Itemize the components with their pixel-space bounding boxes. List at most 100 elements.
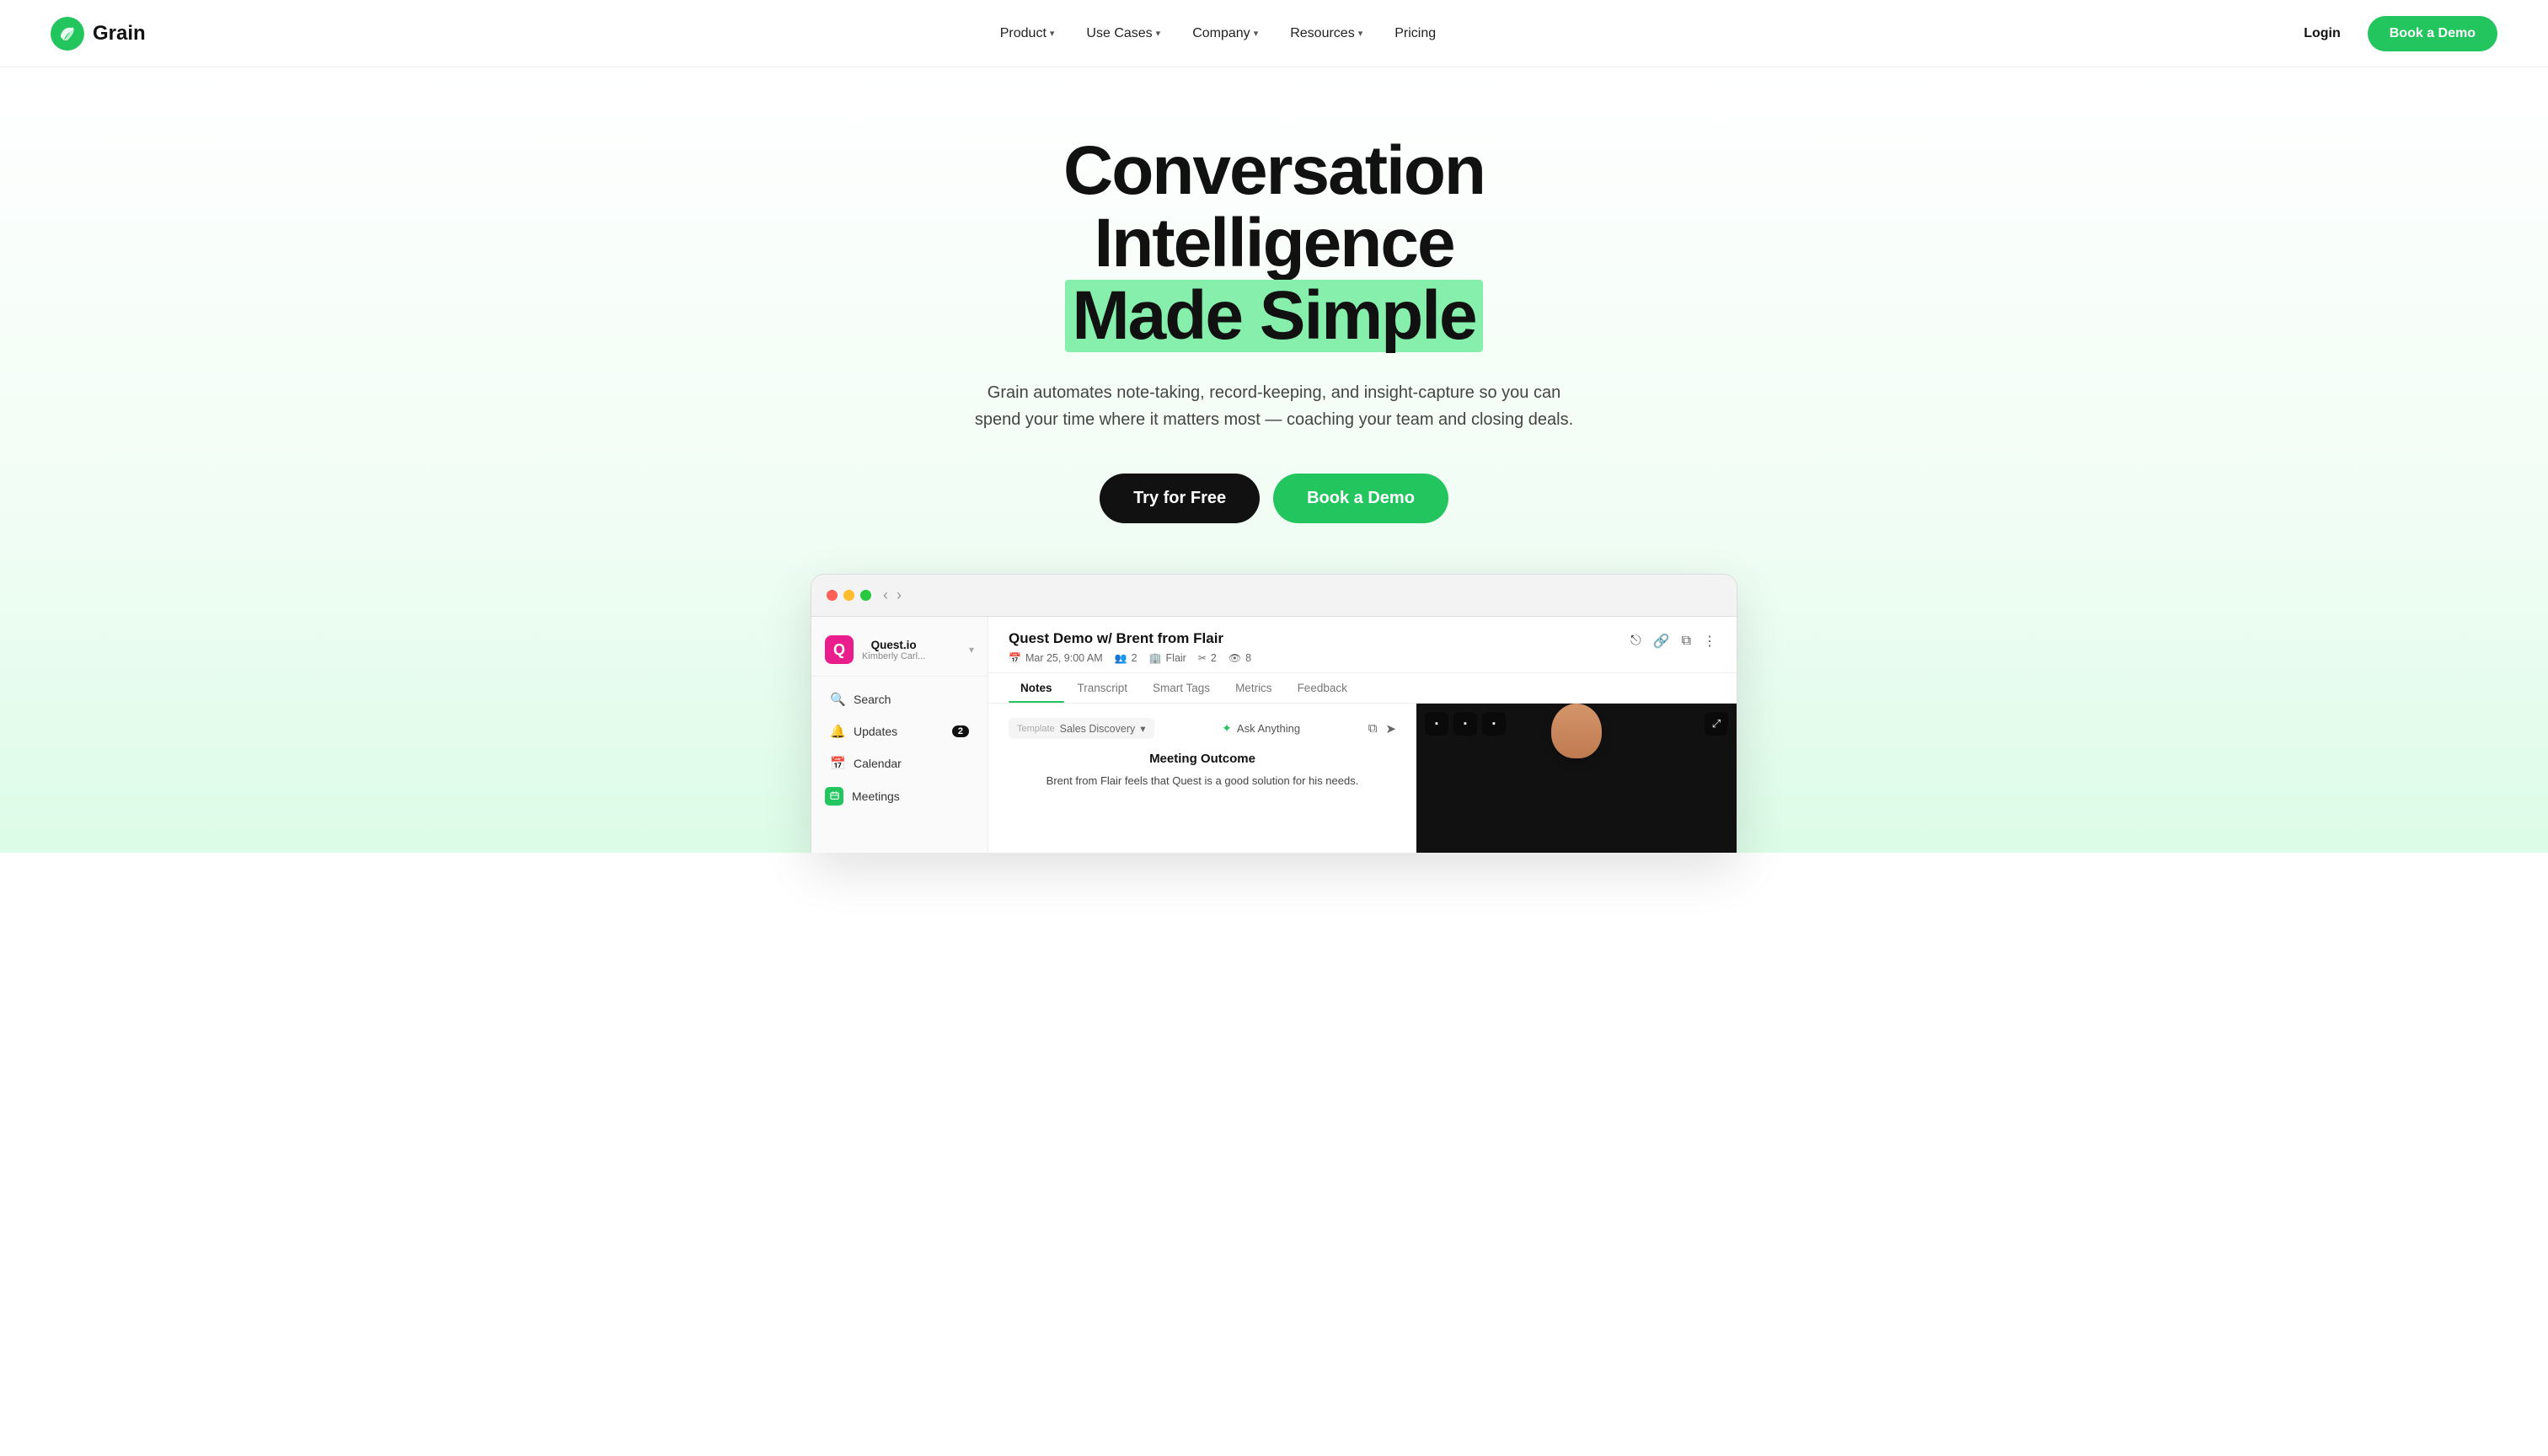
logo-icon bbox=[51, 17, 84, 51]
meetings-icon bbox=[825, 787, 843, 806]
link-icon[interactable]: 🔗 bbox=[1653, 633, 1670, 650]
ask-anything-button[interactable]: ✦ Ask Anything bbox=[1213, 717, 1309, 740]
tab-notes[interactable]: Notes bbox=[1009, 673, 1064, 703]
video-panel: ▪ ▪ ▪ ⤢ bbox=[1416, 704, 1737, 853]
hero-section: Conversation Intelligence Made Simple Gr… bbox=[0, 67, 2548, 853]
sidebar-item-label: Meetings bbox=[852, 790, 900, 803]
template-bar: Template Sales Discovery ▾ ✦ Ask Anythin… bbox=[1009, 717, 1396, 740]
tab-transcript[interactable]: Transcript bbox=[1066, 673, 1140, 703]
nav-actions: Login Book a Demo bbox=[2290, 16, 2497, 51]
meeting-meta: 📅 Mar 25, 9:00 AM 👥 2 🏢 Flair ✂ bbox=[1009, 652, 1716, 664]
meeting-attendees: 👥 2 bbox=[1115, 652, 1138, 664]
book-demo-hero-button[interactable]: Book a Demo bbox=[1273, 474, 1448, 523]
meeting-date: 📅 Mar 25, 9:00 AM bbox=[1009, 652, 1103, 664]
meeting-views: 👁 8 bbox=[1228, 652, 1251, 664]
layers-icon[interactable]: ⧉ bbox=[1682, 634, 1691, 649]
building-icon: 🏢 bbox=[1149, 652, 1162, 664]
people-icon: 👥 bbox=[1115, 652, 1127, 664]
copy-icon[interactable]: ⧉ bbox=[1368, 721, 1378, 736]
org-details: Quest.io Kimberly Carl... bbox=[862, 639, 925, 661]
browser-chrome: ‹ › bbox=[811, 575, 1737, 617]
template-name: Sales Discovery bbox=[1060, 723, 1136, 735]
template-selector[interactable]: Template Sales Discovery ▾ bbox=[1009, 718, 1154, 739]
content-area: Template Sales Discovery ▾ ✦ Ask Anythin… bbox=[988, 704, 1737, 853]
sidebar-item-label: Search bbox=[854, 693, 891, 706]
chevron-down-icon: ▾ bbox=[1050, 28, 1055, 39]
share-icon[interactable]: ➤ bbox=[1385, 721, 1396, 736]
hero-buttons: Try for Free Book a Demo bbox=[1100, 474, 1448, 523]
calendar-icon: 📅 bbox=[1009, 652, 1021, 664]
ask-anything-label: Ask Anything bbox=[1237, 722, 1300, 735]
video-control-btn-2[interactable]: ▪ bbox=[1453, 712, 1477, 736]
meeting-header: Quest Demo w/ Brent from Flair ⎋ 🔗 ⧉ ⋮ 📅… bbox=[988, 617, 1737, 673]
browser-nav: ‹ › bbox=[883, 586, 902, 604]
video-control-btn-1[interactable]: ▪ bbox=[1425, 712, 1448, 736]
note-heading: Meeting Outcome bbox=[1009, 752, 1396, 766]
sidebar-item-updates[interactable]: 🔔 Updates 2 bbox=[816, 716, 982, 747]
sidebar-item-label: Calendar bbox=[854, 757, 902, 770]
sidebar-item-search[interactable]: 🔍 Search bbox=[816, 684, 982, 715]
sidebar-item-label: Updates bbox=[854, 725, 897, 738]
video-controls: ▪ ▪ ▪ bbox=[1425, 712, 1506, 736]
meeting-title: Quest Demo w/ Brent from Flair bbox=[1009, 630, 1223, 647]
book-demo-nav-button[interactable]: Book a Demo bbox=[2368, 16, 2497, 51]
chevron-down-icon[interactable]: ▾ bbox=[969, 644, 974, 656]
note-text: Brent from Flair feels that Quest is a g… bbox=[1009, 773, 1396, 790]
nav-resources[interactable]: Resources ▾ bbox=[1277, 19, 1376, 48]
meeting-top-row: Quest Demo w/ Brent from Flair ⎋ 🔗 ⧉ ⋮ bbox=[1009, 630, 1716, 652]
nav-links: Product ▾ Use Cases ▾ Company ▾ Resource… bbox=[987, 19, 1449, 48]
video-control-btn-3[interactable]: ▪ bbox=[1482, 712, 1506, 736]
chevron-down-icon: ▾ bbox=[1358, 28, 1363, 39]
more-icon[interactable]: ⋮ bbox=[1703, 633, 1716, 650]
bell-icon: 🔔 bbox=[830, 724, 845, 739]
chevron-down-icon: ▾ bbox=[1254, 28, 1259, 39]
sidebar-item-calendar[interactable]: 📅 Calendar bbox=[816, 748, 982, 779]
nav-company[interactable]: Company ▾ bbox=[1179, 19, 1271, 48]
chevron-down-icon: ▾ bbox=[1140, 722, 1145, 735]
chevron-down-icon: ▾ bbox=[1156, 28, 1161, 39]
logo[interactable]: Grain bbox=[51, 17, 146, 51]
tab-smart-tags[interactable]: Smart Tags bbox=[1141, 673, 1222, 703]
main-content: Quest Demo w/ Brent from Flair ⎋ 🔗 ⧉ ⋮ 📅… bbox=[988, 617, 1737, 853]
org-info: Q Quest.io Kimberly Carl... bbox=[825, 635, 925, 664]
close-window-button[interactable] bbox=[827, 590, 838, 601]
nav-product[interactable]: Product ▾ bbox=[987, 19, 1068, 48]
sidebar-org: Q Quest.io Kimberly Carl... ▾ bbox=[811, 629, 988, 677]
maximize-window-button[interactable] bbox=[860, 590, 871, 601]
sidebar: Q Quest.io Kimberly Carl... ▾ 🔍 Search bbox=[811, 617, 988, 853]
org-name: Quest.io bbox=[862, 639, 925, 651]
updates-badge: 2 bbox=[952, 725, 969, 737]
video-fullscreen-button[interactable]: ⤢ bbox=[1705, 712, 1728, 736]
try-free-button[interactable]: Try for Free bbox=[1100, 474, 1260, 523]
notes-panel: Template Sales Discovery ▾ ✦ Ask Anythin… bbox=[988, 704, 1416, 853]
forward-icon[interactable]: › bbox=[897, 586, 902, 604]
clip-icon: ✂ bbox=[1198, 652, 1207, 664]
tab-metrics[interactable]: Metrics bbox=[1223, 673, 1284, 703]
hero-title: Conversation Intelligence Made Simple bbox=[895, 135, 1653, 352]
navbar: Grain Product ▾ Use Cases ▾ Company ▾ Re… bbox=[0, 0, 2548, 67]
calendar-icon: 📅 bbox=[830, 756, 845, 771]
meeting-clips: ✂ 2 bbox=[1198, 652, 1217, 664]
minimize-window-button[interactable] bbox=[843, 590, 854, 601]
org-user: Kimberly Carl... bbox=[862, 651, 925, 661]
meeting-company: 🏢 Flair bbox=[1149, 652, 1186, 664]
hero-subtitle: Grain automates note-taking, record-keep… bbox=[971, 379, 1577, 433]
org-avatar: Q bbox=[825, 635, 854, 664]
meeting-actions: ⎋ 🔗 ⧉ ⋮ bbox=[1630, 633, 1716, 650]
nav-use-cases[interactable]: Use Cases ▾ bbox=[1073, 19, 1174, 48]
tab-feedback[interactable]: Feedback bbox=[1286, 673, 1359, 703]
template-action-icons: ⧉ ➤ bbox=[1368, 721, 1396, 736]
app-layout: Q Quest.io Kimberly Carl... ▾ 🔍 Search bbox=[811, 617, 1737, 853]
eye-icon: 👁 bbox=[1228, 652, 1241, 664]
search-icon: 🔍 bbox=[830, 692, 845, 707]
nav-pricing[interactable]: Pricing bbox=[1381, 19, 1449, 48]
template-label: Template bbox=[1017, 724, 1055, 734]
login-button[interactable]: Login bbox=[2290, 19, 2354, 48]
share-icon[interactable]: ⎋ bbox=[1630, 634, 1641, 649]
app-screenshot: ‹ › Q Quest.io Kimberly Carl... ▾ bbox=[811, 574, 1737, 853]
back-icon[interactable]: ‹ bbox=[883, 586, 888, 604]
sidebar-item-meetings[interactable]: Meetings bbox=[811, 779, 988, 813]
traffic-lights bbox=[827, 590, 871, 601]
brand-name: Grain bbox=[93, 22, 146, 46]
sparkle-icon: ✦ bbox=[1222, 721, 1232, 736]
